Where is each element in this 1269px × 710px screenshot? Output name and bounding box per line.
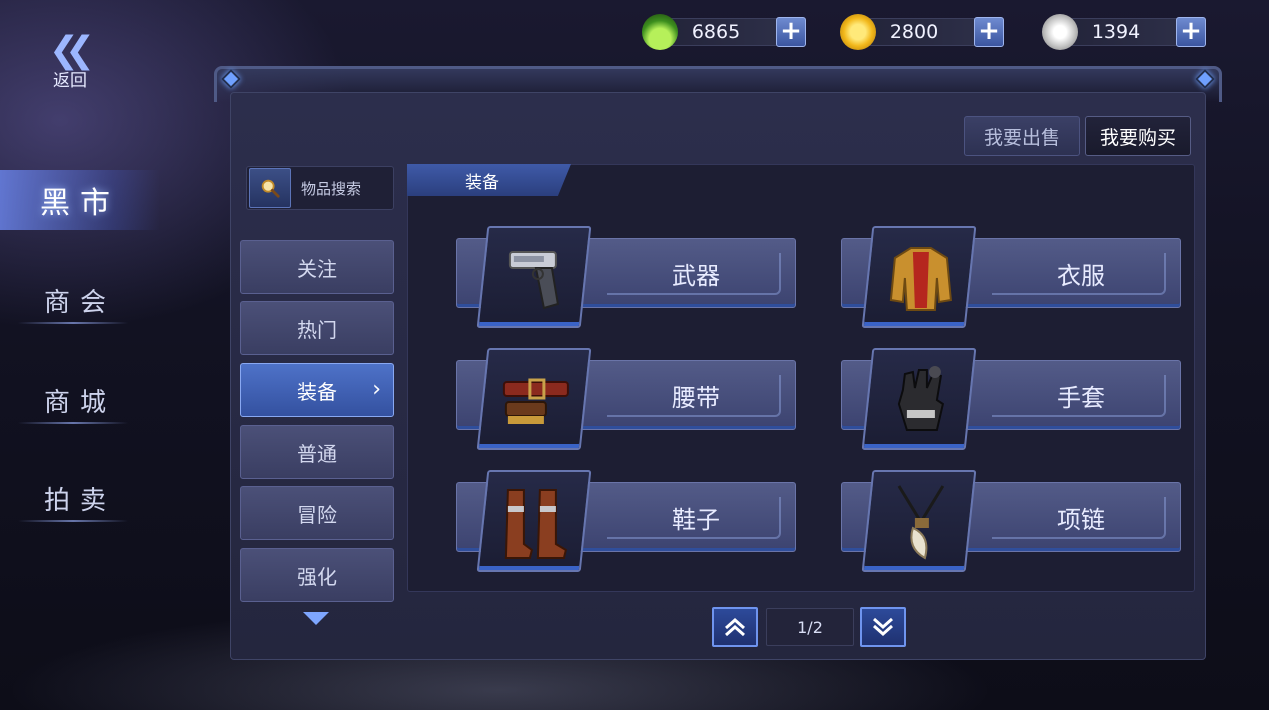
nav-label: 商城 xyxy=(43,387,116,418)
chevron-right-icon: › xyxy=(372,377,381,402)
nav-black-market[interactable]: 黑市 xyxy=(0,170,160,230)
equip-weapon[interactable]: 武器 xyxy=(456,226,796,328)
equip-shoes[interactable]: 鞋子 xyxy=(456,470,796,572)
category-label: 关注 xyxy=(297,256,337,281)
belt-icon xyxy=(476,348,592,450)
add-gold-button[interactable]: + xyxy=(974,17,1004,47)
silver-amount: 1394 xyxy=(1064,18,1184,46)
category-normal[interactable]: 普通 xyxy=(240,425,394,479)
necklace-icon xyxy=(861,470,977,572)
tab-buy[interactable]: 我要购买 xyxy=(1085,116,1191,156)
silver-coin-icon xyxy=(1042,14,1078,50)
page-next-button[interactable] xyxy=(860,607,906,647)
tab-sell[interactable]: 我要出售 xyxy=(964,116,1080,156)
nav-auction[interactable]: 拍卖 xyxy=(0,468,160,528)
category-hot[interactable]: 热门 xyxy=(240,301,394,355)
category-label: 普通 xyxy=(297,441,337,466)
page-previous-button[interactable] xyxy=(712,607,758,647)
category-label: 热门 xyxy=(297,317,337,342)
double-chevron-up-icon xyxy=(725,617,745,637)
item-search-button[interactable]: 物品搜索 xyxy=(246,166,394,210)
equip-gloves[interactable]: 手套 xyxy=(841,348,1181,450)
nav-mall[interactable]: 商城 xyxy=(0,370,160,430)
equip-label: 衣服 xyxy=(1057,262,1105,290)
divider xyxy=(18,422,128,424)
equip-label: 武器 xyxy=(672,262,720,290)
divider xyxy=(18,322,128,324)
category-follow[interactable]: 关注 xyxy=(240,240,394,294)
gold-amount: 2800 xyxy=(862,18,982,46)
add-gem-button[interactable]: + xyxy=(776,17,806,47)
equip-label: 鞋子 xyxy=(672,506,720,534)
equip-necklace[interactable]: 项链 xyxy=(841,470,1181,572)
category-label: 装备 xyxy=(297,379,337,404)
divider xyxy=(18,520,128,522)
add-silver-button[interactable]: + xyxy=(1176,17,1206,47)
magnifier-icon xyxy=(249,168,291,208)
equip-belt[interactable]: 腰带 xyxy=(456,348,796,450)
green-gem-icon xyxy=(642,14,678,50)
boots-icon xyxy=(476,470,592,572)
double-chevron-left-icon: ❮❮ xyxy=(48,30,95,71)
equip-label: 手套 xyxy=(1057,384,1105,412)
pistol-icon xyxy=(476,226,592,328)
gold-coin-icon xyxy=(840,14,876,50)
category-equipment[interactable]: 装备 › xyxy=(240,363,394,417)
back-button[interactable]: ❮❮ 返回 xyxy=(40,33,100,92)
page-indicator: 1/2 xyxy=(766,608,854,646)
category-label: 冒险 xyxy=(297,502,337,527)
jacket-icon xyxy=(861,226,977,328)
double-chevron-down-icon xyxy=(873,617,893,637)
category-adventure[interactable]: 冒险 xyxy=(240,486,394,540)
nav-chamber-of-commerce[interactable]: 商会 xyxy=(0,270,160,330)
nav-label: 商会 xyxy=(43,287,116,318)
scroll-down-arrow-icon[interactable] xyxy=(303,612,329,625)
nav-label: 黑市 xyxy=(40,186,120,221)
category-enhance[interactable]: 强化 xyxy=(240,548,394,602)
nav-label: 拍卖 xyxy=(43,485,116,516)
gem-amount: 6865 xyxy=(664,18,784,46)
equip-clothes[interactable]: 衣服 xyxy=(841,226,1181,328)
equip-label: 项链 xyxy=(1057,506,1105,534)
section-title: 装备 xyxy=(407,164,571,196)
category-label: 强化 xyxy=(297,564,337,589)
glove-icon xyxy=(861,348,977,450)
equip-label: 腰带 xyxy=(672,384,720,412)
search-label: 物品搜索 xyxy=(301,179,362,198)
